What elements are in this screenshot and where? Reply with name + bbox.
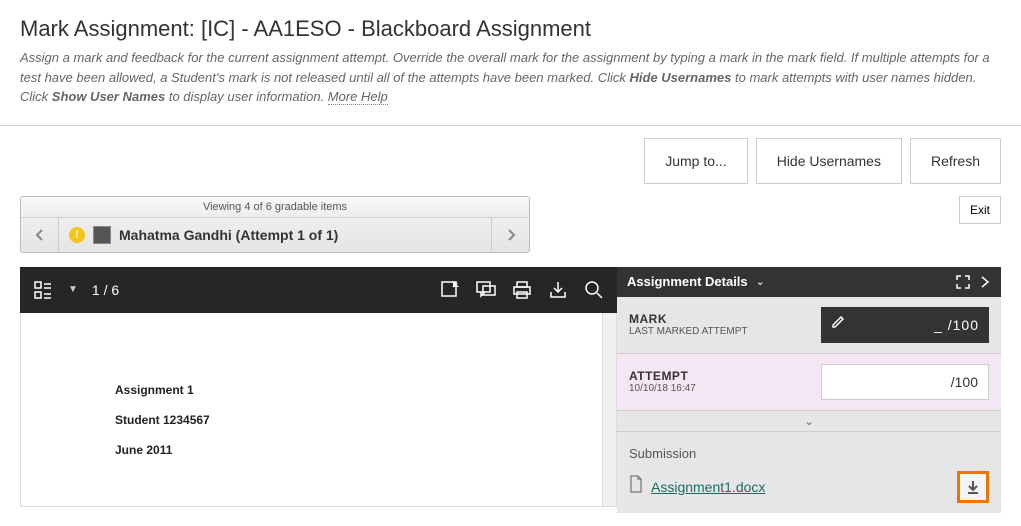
next-panel-icon[interactable] — [979, 274, 991, 290]
submission-block: Submission Assignment1.docx — [617, 432, 1001, 513]
file-icon — [629, 475, 643, 498]
thumbnails-caret-icon[interactable]: ▼ — [68, 284, 78, 295]
student-name: Mahatma Gandhi (Attempt 1 of 1) — [119, 227, 338, 243]
next-arrow-icon[interactable] — [491, 218, 529, 252]
hide-usernames-button[interactable]: Hide Usernames — [756, 138, 902, 184]
page-info: 1 / 6 — [92, 282, 119, 298]
file-row: Assignment1.docx — [629, 471, 989, 503]
warning-icon: ! — [69, 227, 85, 243]
document-column: ▼ 1 / 6 Assignment 1 Stude — [20, 267, 617, 513]
prev-arrow-icon[interactable] — [21, 218, 59, 252]
more-help-link[interactable]: More Help — [328, 89, 388, 105]
mark-row: MARK LAST MARKED ATTEMPT _ /100 — [617, 297, 1001, 354]
attempt-row: ATTEMPT 10/10/18 16:47 — [617, 354, 1001, 411]
jump-to-button[interactable]: Jump to... — [644, 138, 747, 184]
doc-line-3: June 2011 — [115, 443, 508, 457]
download-icon[interactable] — [547, 279, 569, 301]
page-header: Mark Assignment: [IC] - AA1ESO - Blackbo… — [0, 0, 1021, 115]
expand-icon[interactable] — [955, 274, 971, 290]
pager-body: ! Mahatma Gandhi (Attempt 1 of 1) — [21, 218, 529, 252]
doc-toolbar: ▼ 1 / 6 — [20, 267, 617, 313]
download-file-button[interactable] — [957, 471, 989, 503]
expand-row-icon[interactable]: ⌄ — [617, 411, 1001, 432]
file-link[interactable]: Assignment1.docx — [651, 479, 765, 495]
mark-label: MARK — [629, 312, 811, 326]
thumbnails-icon[interactable] — [32, 279, 54, 301]
avatar — [93, 226, 111, 244]
side-title: Assignment Details — [627, 274, 748, 289]
side-panel: Assignment Details ⌄ MARK LAST MARKED AT… — [617, 267, 1001, 513]
doc-line-1: Assignment 1 — [115, 383, 508, 397]
refresh-button[interactable]: Refresh — [910, 138, 1001, 184]
comment-icon[interactable] — [475, 279, 497, 301]
main-area: ▼ 1 / 6 Assignment 1 Stude — [0, 267, 1021, 513]
attempt-label: ATTEMPT — [629, 369, 811, 383]
doc-page-area[interactable]: Assignment 1 Student 1234567 June 2011 — [21, 313, 602, 506]
pager-box: Viewing 4 of 6 gradable items ! Mahatma … — [20, 196, 530, 253]
exit-button[interactable]: Exit — [959, 196, 1001, 224]
doc-page: Assignment 1 Student 1234567 June 2011 — [45, 343, 578, 483]
pager-center: ! Mahatma Gandhi (Attempt 1 of 1) — [59, 218, 491, 252]
mark-labels: MARK LAST MARKED ATTEMPT — [629, 312, 811, 337]
scrollbar[interactable] — [602, 313, 616, 506]
search-icon[interactable] — [583, 279, 605, 301]
attempt-time: 10/10/18 16:47 — [629, 383, 811, 394]
side-header: Assignment Details ⌄ — [617, 267, 1001, 297]
submission-title: Submission — [629, 446, 989, 461]
print-icon[interactable] — [511, 279, 533, 301]
pencil-icon — [831, 315, 845, 334]
pager-row: Viewing 4 of 6 gradable items ! Mahatma … — [0, 196, 1021, 267]
exit-wrap: Exit — [959, 196, 1001, 224]
pager-header: Viewing 4 of 6 gradable items — [21, 197, 529, 218]
side-title-caret-icon[interactable]: ⌄ — [756, 275, 765, 288]
attempt-input[interactable] — [821, 364, 989, 400]
mark-box[interactable]: _ /100 — [821, 307, 989, 343]
page-title: Mark Assignment: [IC] - AA1ESO - Blackbo… — [20, 16, 1001, 42]
doc-viewer: Assignment 1 Student 1234567 June 2011 — [20, 313, 617, 507]
page-description: Assign a mark and feedback for the curre… — [20, 48, 1001, 107]
action-row: Jump to... Hide Usernames Refresh — [0, 126, 1021, 196]
annotate-icon[interactable] — [439, 279, 461, 301]
attempt-labels: ATTEMPT 10/10/18 16:47 — [629, 369, 811, 394]
mark-sub: LAST MARKED ATTEMPT — [629, 326, 811, 337]
doc-line-2: Student 1234567 — [115, 413, 508, 427]
mark-score: _ /100 — [934, 317, 979, 333]
